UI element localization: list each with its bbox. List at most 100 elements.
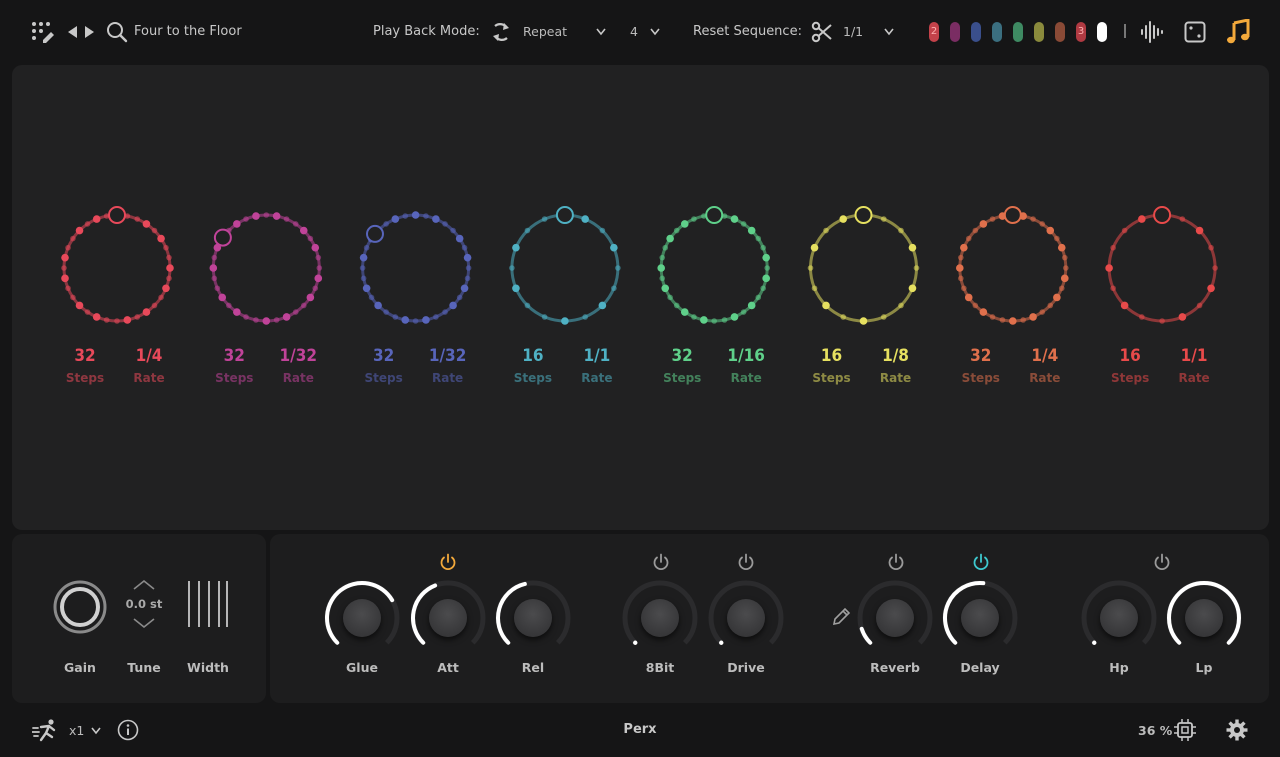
rate-value[interactable]: 1/4 xyxy=(119,346,179,366)
previous-preset-icon[interactable] xyxy=(68,26,78,38)
step-dot[interactable] xyxy=(599,227,606,234)
step-dot[interactable] xyxy=(65,244,71,251)
step-dot[interactable] xyxy=(123,316,132,324)
step-dot[interactable] xyxy=(411,211,420,219)
step-dot[interactable] xyxy=(70,294,76,301)
playhead[interactable] xyxy=(555,206,574,224)
rate-value[interactable]: 1/1 xyxy=(567,346,627,366)
step-dot[interactable] xyxy=(315,254,322,261)
knob-drive[interactable] xyxy=(706,578,786,658)
step-dot[interactable] xyxy=(913,265,920,271)
step-dot[interactable] xyxy=(157,234,165,243)
repeat-count-chevron-down-icon[interactable] xyxy=(650,27,660,37)
steps-value[interactable]: 16 xyxy=(1100,346,1160,366)
step-dot[interactable] xyxy=(965,235,972,242)
step-dot[interactable] xyxy=(582,314,588,320)
pattern-pill[interactable] xyxy=(1097,22,1107,42)
step-dot[interactable] xyxy=(721,317,728,323)
step-dot[interactable] xyxy=(956,264,964,272)
steps-control[interactable]: 32 Steps xyxy=(354,346,414,385)
step-dot[interactable] xyxy=(1159,318,1165,324)
step-dot[interactable] xyxy=(312,285,319,292)
step-dot[interactable] xyxy=(1178,313,1187,321)
step-dot[interactable] xyxy=(730,215,739,223)
step-dot[interactable] xyxy=(1047,302,1054,309)
tune-value[interactable]: 0.0 st xyxy=(116,597,172,611)
steps-control[interactable]: 32 Steps xyxy=(55,346,115,385)
rate-value[interactable]: 1/16 xyxy=(716,346,776,366)
rate-control[interactable]: 1/4 Rate xyxy=(1015,346,1075,385)
step-dot[interactable] xyxy=(839,215,848,223)
waveform-icon[interactable] xyxy=(1140,21,1164,43)
step-dot[interactable] xyxy=(908,284,917,293)
step-dot[interactable] xyxy=(292,309,299,315)
knob-reverb[interactable] xyxy=(855,578,935,658)
step-dot[interactable] xyxy=(450,227,456,234)
step-dot[interactable] xyxy=(391,215,400,223)
step-dot[interactable] xyxy=(1029,313,1037,321)
step-dot[interactable] xyxy=(465,265,472,271)
step-dot[interactable] xyxy=(807,265,814,271)
filter-power-icon[interactable] xyxy=(1153,553,1171,571)
step-dot[interactable] xyxy=(1208,244,1214,251)
step-dot[interactable] xyxy=(1020,317,1026,323)
playhead[interactable] xyxy=(213,228,232,247)
step-dot[interactable] xyxy=(61,274,69,283)
step-dot[interactable] xyxy=(762,253,770,262)
step-dot[interactable] xyxy=(383,221,389,227)
step-dot[interactable] xyxy=(359,265,366,271)
step-dot[interactable] xyxy=(282,313,291,321)
rate-control[interactable]: 1/8 Rate xyxy=(866,346,926,385)
step-dot[interactable] xyxy=(541,216,548,222)
step-dot[interactable] xyxy=(166,275,172,282)
step-dot[interactable] xyxy=(615,265,621,271)
step-dot[interactable] xyxy=(1063,265,1069,271)
step-dot[interactable] xyxy=(898,302,904,309)
steps-value[interactable]: 16 xyxy=(802,346,862,366)
step-dot[interactable] xyxy=(158,294,164,301)
step-dot[interactable] xyxy=(1053,293,1061,302)
step-dot[interactable] xyxy=(422,316,430,324)
step-dot[interactable] xyxy=(460,284,469,293)
step-dot[interactable] xyxy=(61,265,67,271)
step-dot[interactable] xyxy=(368,294,375,301)
sequencer-ring[interactable] xyxy=(807,206,920,325)
step-dot[interactable] xyxy=(1121,227,1128,234)
step-dot[interactable] xyxy=(659,275,666,282)
step-dot[interactable] xyxy=(253,317,259,323)
pencil-icon[interactable] xyxy=(831,607,851,627)
step-dot[interactable] xyxy=(363,244,370,251)
step-dot[interactable] xyxy=(680,308,689,316)
sequencer-ring[interactable] xyxy=(657,206,770,324)
step-dot[interactable] xyxy=(243,314,249,320)
playback-mode-chevron-down-icon[interactable] xyxy=(596,27,606,37)
reset-sequence-chevron-down-icon[interactable] xyxy=(884,27,894,37)
gear-icon[interactable] xyxy=(1226,719,1248,741)
step-dot[interactable] xyxy=(1120,301,1129,310)
drive-power-icon[interactable] xyxy=(737,553,755,571)
step-dot[interactable] xyxy=(611,285,617,292)
speed-chevron-down-icon[interactable] xyxy=(91,726,101,736)
step-dot[interactable] xyxy=(134,314,141,320)
step-dot[interactable] xyxy=(142,220,151,228)
step-dot[interactable] xyxy=(272,212,281,220)
step-dot[interactable] xyxy=(691,216,697,222)
step-dot[interactable] xyxy=(70,235,76,242)
step-dot[interactable] xyxy=(509,265,515,271)
euclidean-rings[interactable] xyxy=(12,65,1269,530)
rate-control[interactable]: 1/32 Rate xyxy=(418,346,478,385)
bitcrush-power-icon[interactable] xyxy=(652,553,670,571)
step-dot[interactable] xyxy=(263,212,270,218)
music-note-icon[interactable] xyxy=(1226,19,1250,45)
step-dot[interactable] xyxy=(307,235,314,242)
reverb-power-icon[interactable] xyxy=(887,553,905,571)
step-dot[interactable] xyxy=(979,220,988,228)
sequencer-ring[interactable] xyxy=(1105,206,1218,324)
step-dot[interactable] xyxy=(691,314,697,320)
step-dot[interactable] xyxy=(392,314,399,320)
step-dot[interactable] xyxy=(84,309,91,315)
step-dot[interactable] xyxy=(657,264,665,272)
step-dot[interactable] xyxy=(659,254,666,261)
rate-value[interactable]: 1/4 xyxy=(1015,346,1075,366)
step-dot[interactable] xyxy=(524,302,531,309)
